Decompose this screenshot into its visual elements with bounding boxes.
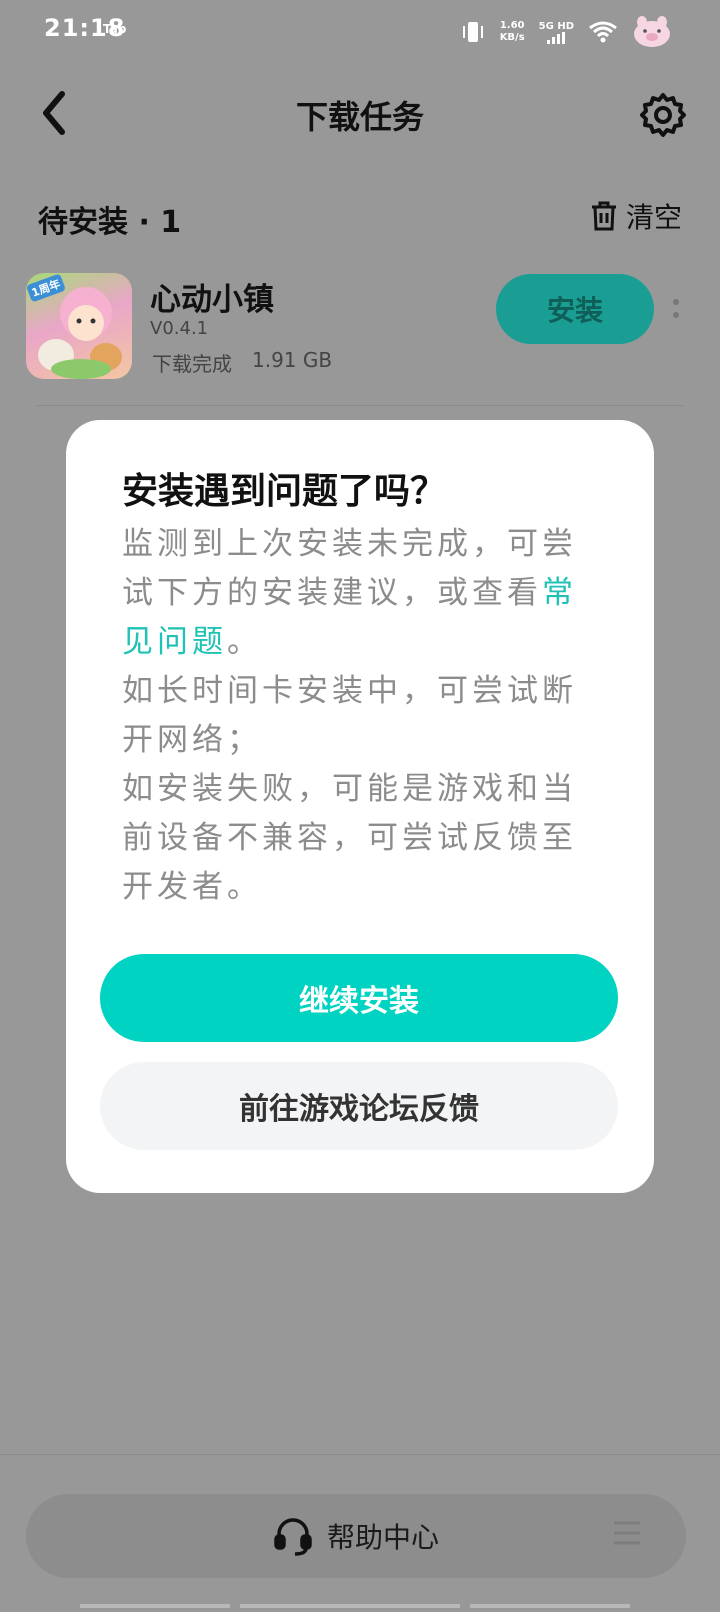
app-version: V0.4.1: [150, 318, 209, 339]
divider: [36, 405, 684, 406]
dialog-text: 监测到上次安装未完成，可尝试下方的安装建议，或查看: [122, 526, 577, 611]
more-options-icon[interactable]: [672, 298, 680, 320]
page-title: 下载任务: [295, 98, 424, 136]
continue-install-button[interactable]: 继续安装: [100, 954, 618, 1042]
forum-feedback-button[interactable]: 前往游戏论坛反馈: [100, 1062, 618, 1150]
trash-icon: [592, 201, 616, 231]
wifi-icon: [589, 21, 617, 43]
bottom-divider: [0, 1454, 720, 1455]
install-button[interactable]: 安装: [496, 274, 654, 344]
vibrate-icon: [462, 22, 483, 42]
help-center-button[interactable]: 帮助中心: [26, 1494, 686, 1578]
cellular-signal: 5G HD: [539, 21, 574, 44]
app-icon[interactable]: 1周年: [26, 273, 132, 379]
dialog-text: 。: [227, 624, 262, 660]
headset-icon: [274, 1518, 312, 1556]
pig-avatar-icon: [634, 16, 670, 47]
clear-button[interactable]: 清空: [590, 196, 682, 236]
dialog-title: 安装遇到问题了吗？: [122, 471, 447, 512]
dialog-body: 监测到上次安装未完成，可尝试下方的安装建议，或查看常见问题。 如长时间卡安装中，…: [122, 520, 582, 912]
download-status: 下载完成: [152, 352, 232, 376]
menu-icon[interactable]: [612, 1520, 642, 1546]
status-icons: 1.60 KB/s 5G HD: [460, 14, 672, 50]
app-download-info: 下载完成 1.91 GB: [152, 348, 332, 377]
clear-label: 清空: [626, 201, 683, 234]
dialog-paragraph-1: 监测到上次安装未完成，可尝试下方的安装建议，或查看常见问题。: [122, 520, 582, 667]
file-size: 1.91 GB: [252, 348, 333, 372]
status-app-indicator: Tap: [103, 22, 127, 36]
network-speed: 1.60 KB/s: [499, 20, 525, 43]
gesture-bar: [80, 1604, 630, 1608]
signal-bars-icon: [547, 31, 566, 44]
app-name: 心动小镇: [150, 282, 274, 318]
help-center-label: 帮助中心: [326, 1521, 439, 1554]
pending-install-title: 待安装 · 1: [38, 205, 182, 240]
install-problem-dialog: 安装遇到问题了吗？ 监测到上次安装未完成，可尝试下方的安装建议，或查看常见问题。…: [66, 420, 654, 1193]
dialog-paragraph-2: 如长时间卡安装中，可尝试断开网络；: [122, 673, 577, 758]
settings-gear-icon[interactable]: [640, 92, 686, 138]
dialog-paragraph-3: 如安装失败，可能是游戏和当前设备不兼容，可尝试反馈至开发者。: [122, 771, 577, 905]
